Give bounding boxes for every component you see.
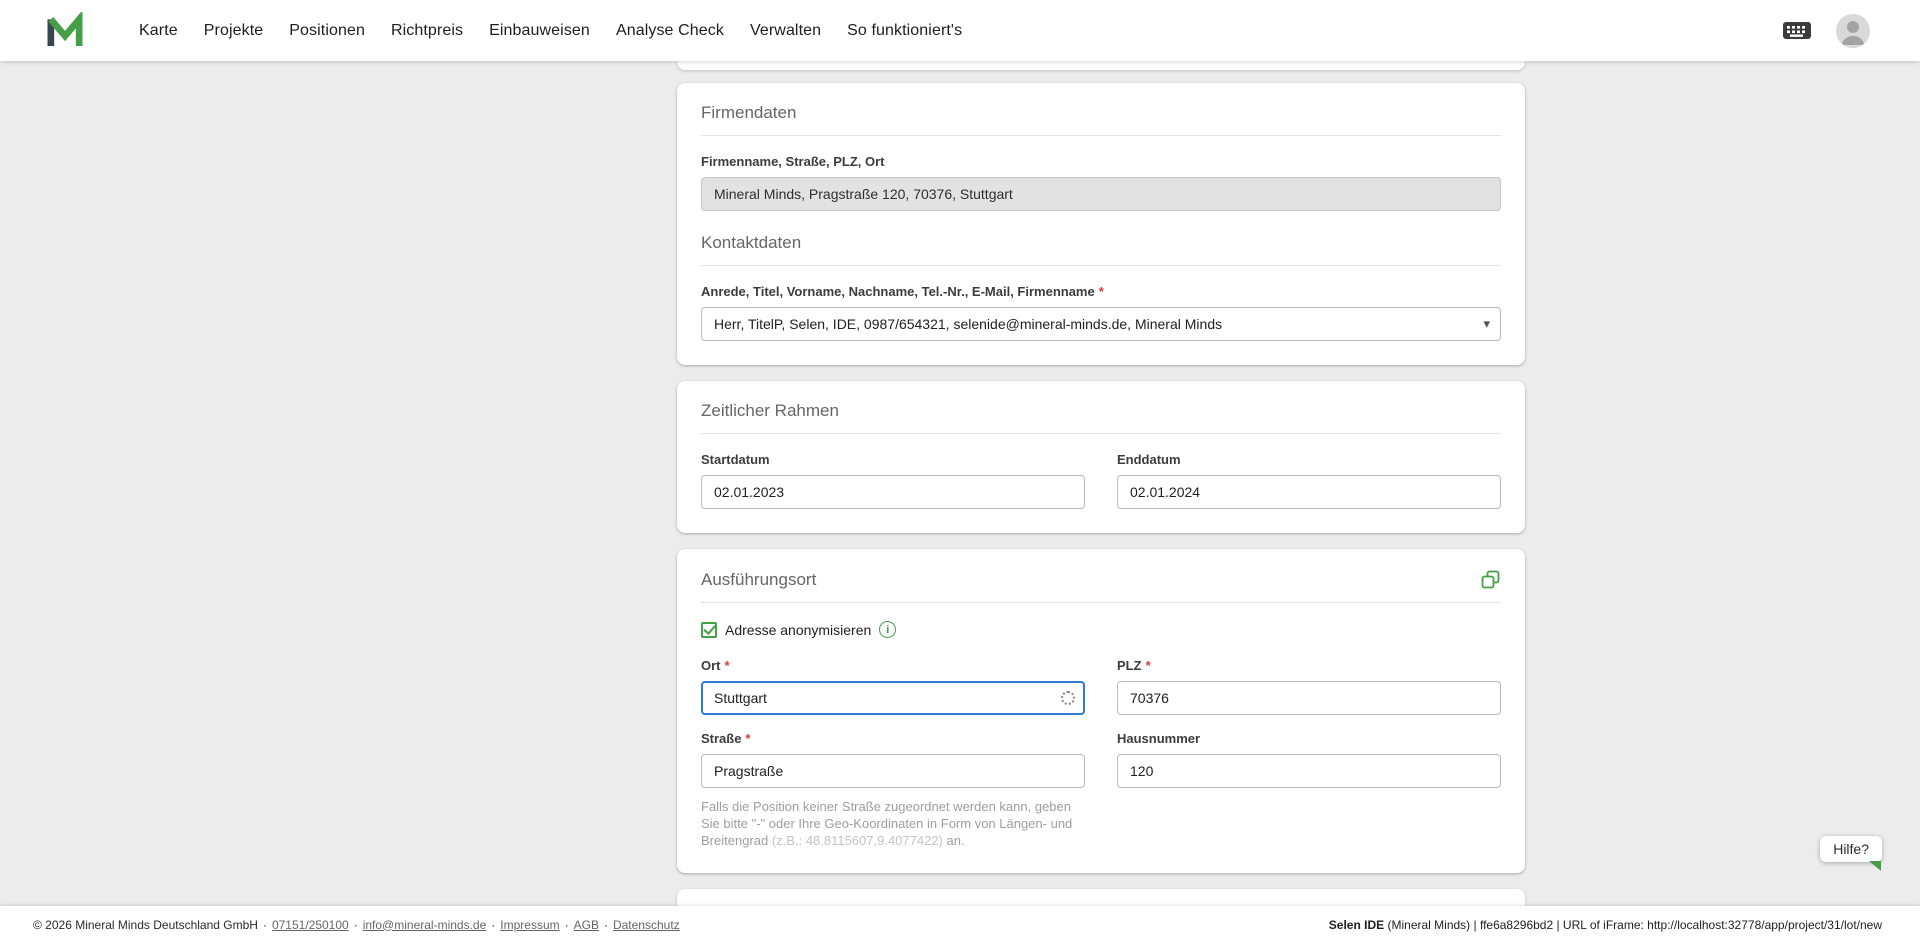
footer-left: © 2026 Mineral Minds Deutschland GmbH · … bbox=[33, 918, 680, 932]
required-marker: * bbox=[1145, 658, 1151, 673]
divider bbox=[701, 433, 1501, 434]
divider bbox=[701, 265, 1501, 266]
hausnummer-label: Hausnummer bbox=[1117, 731, 1201, 746]
helper-example: (z.B.: 48.8115607,9.4077422) bbox=[771, 833, 943, 849]
card-fragment-top bbox=[677, 61, 1525, 70]
help-button[interactable]: Hilfe? bbox=[1820, 836, 1882, 871]
ort-label: Ort * bbox=[701, 658, 730, 673]
copy-icon[interactable] bbox=[1480, 569, 1501, 590]
footer-link-datenschutz[interactable]: Datenschutz bbox=[613, 918, 680, 932]
nav-item-analyse-check[interactable]: Analyse Check bbox=[616, 22, 724, 40]
enddatum-input[interactable] bbox=[1117, 475, 1501, 509]
form-column: Firmendaten Firmenname, Straße, PLZ, Ort… bbox=[677, 61, 1525, 923]
chevron-down-icon: ▾ bbox=[1483, 316, 1490, 331]
separator-dot: · bbox=[491, 917, 496, 932]
kontakt-select[interactable]: Herr, TitelP, Selen, IDE, 0987/654321, s… bbox=[701, 307, 1501, 341]
footer-link-agb[interactable]: AGB bbox=[574, 918, 599, 932]
footer-debug-info: Selen IDE (Mineral Minds) | ffe6a8296bd2… bbox=[1328, 917, 1882, 932]
startdatum-label: Startdatum bbox=[701, 452, 770, 467]
nav-item-positionen[interactable]: Positionen bbox=[289, 22, 365, 40]
separator-dot: · bbox=[353, 917, 358, 932]
user-avatar[interactable] bbox=[1836, 13, 1870, 48]
strasse-label: Straße * bbox=[701, 731, 751, 746]
card-zeitlicher-rahmen: Zeitlicher Rahmen Startdatum Enddatum bbox=[677, 381, 1525, 533]
nav-item-so-funktionierts[interactable]: So funktioniert's bbox=[847, 22, 962, 40]
footer-link-email[interactable]: info@mineral-minds.de bbox=[363, 918, 487, 932]
separator-dot: · bbox=[564, 917, 569, 932]
plz-input[interactable] bbox=[1117, 681, 1501, 715]
navbar-right bbox=[1782, 13, 1870, 48]
strasse-field: Straße * bbox=[701, 731, 1085, 788]
company-field-label: Firmenname, Straße, PLZ, Ort bbox=[701, 154, 885, 169]
card-title-zeitlicher-rahmen: Zeitlicher Rahmen bbox=[701, 401, 839, 420]
strasse-input[interactable] bbox=[701, 754, 1085, 788]
ort-field: Ort * bbox=[701, 658, 1085, 715]
anonymize-row: Adresse anonymisieren i bbox=[701, 621, 1501, 638]
keyboard-icon[interactable] bbox=[1782, 19, 1812, 43]
main-nav: Karte Projekte Positionen Richtpreis Ein… bbox=[139, 22, 962, 40]
ort-input[interactable] bbox=[701, 681, 1085, 715]
card-title-firmendaten: Firmendaten bbox=[701, 103, 797, 122]
anonymize-label: Adresse anonymisieren bbox=[725, 621, 872, 638]
anonymize-checkbox[interactable] bbox=[701, 621, 717, 638]
startdatum-input[interactable] bbox=[701, 475, 1085, 509]
hausnummer-field: Hausnummer bbox=[1117, 731, 1501, 788]
enddatum-field: Enddatum bbox=[1117, 452, 1501, 509]
brand-logo-icon bbox=[47, 11, 83, 46]
required-marker: * bbox=[724, 658, 730, 673]
nav-item-einbauweisen[interactable]: Einbauweisen bbox=[489, 22, 590, 40]
required-marker: * bbox=[745, 731, 751, 746]
card-firmendaten: Firmendaten Firmenname, Straße, PLZ, Ort… bbox=[677, 83, 1525, 365]
top-navbar: Karte Projekte Positionen Richtpreis Ein… bbox=[0, 0, 1920, 61]
plz-field: PLZ * bbox=[1117, 658, 1501, 715]
copyright-text: © 2026 Mineral Minds Deutschland GmbH bbox=[33, 917, 258, 932]
separator-dot: · bbox=[603, 917, 608, 932]
help-button-label: Hilfe? bbox=[1833, 841, 1869, 857]
nav-item-projekte[interactable]: Projekte bbox=[204, 22, 264, 40]
nav-item-richtpreis[interactable]: Richtpreis bbox=[391, 22, 463, 40]
separator-dot: · bbox=[262, 917, 267, 932]
card-ausfuehrungsort: Ausführungsort Adresse anonymisieren i O… bbox=[677, 549, 1525, 874]
divider bbox=[701, 602, 1501, 603]
strasse-helper-text: Falls die Position keiner Straße zugeord… bbox=[701, 799, 1073, 849]
loading-spinner-icon bbox=[1061, 691, 1075, 705]
kontakt-field-label: Anrede, Titel, Vorname, Nachname, Tel.-N… bbox=[701, 284, 1104, 299]
kontakt-select-value: Herr, TitelP, Selen, IDE, 0987/654321, s… bbox=[714, 316, 1223, 332]
startdatum-field: Startdatum bbox=[701, 452, 1085, 509]
plz-label: PLZ * bbox=[1117, 658, 1151, 673]
divider bbox=[701, 135, 1501, 136]
required-marker: * bbox=[1098, 284, 1104, 299]
card-subtitle-kontaktdaten: Kontaktdaten bbox=[701, 233, 802, 252]
footer: © 2026 Mineral Minds Deutschland GmbH · … bbox=[0, 906, 1920, 943]
nav-item-verwalten[interactable]: Verwalten bbox=[750, 22, 821, 40]
hausnummer-input[interactable] bbox=[1117, 754, 1501, 788]
footer-link-phone[interactable]: 07151/250100 bbox=[272, 918, 349, 932]
company-summary-input bbox=[701, 177, 1501, 211]
nav-item-karte[interactable]: Karte bbox=[139, 22, 178, 40]
footer-link-impressum[interactable]: Impressum bbox=[500, 918, 559, 932]
enddatum-label: Enddatum bbox=[1117, 452, 1181, 467]
info-icon[interactable]: i bbox=[879, 621, 897, 638]
brand-logo[interactable] bbox=[45, 11, 85, 51]
card-title-ausfuehrungsort: Ausführungsort bbox=[701, 569, 817, 589]
